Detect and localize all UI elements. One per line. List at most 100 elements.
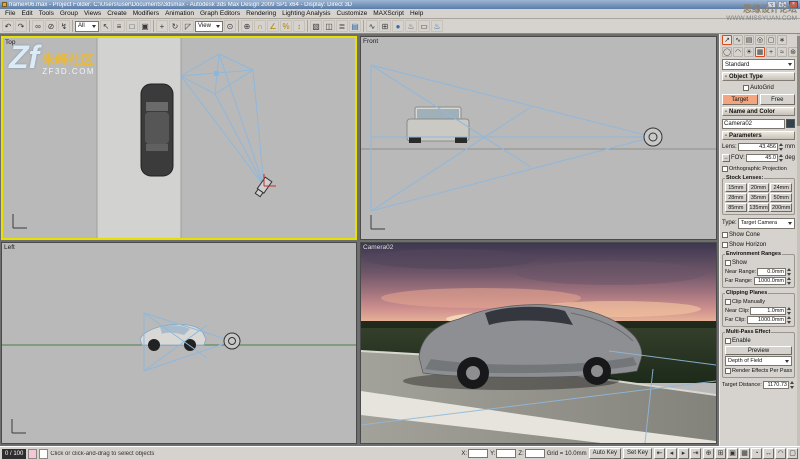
maxscript-mini-listener-macro[interactable] xyxy=(28,448,38,459)
align-icon[interactable]: ≣ xyxy=(336,20,348,32)
play-animation-icon[interactable]: ▸ xyxy=(678,448,689,459)
select-and-link-icon[interactable]: ∞ xyxy=(32,20,44,32)
display-tab-icon[interactable]: ▢ xyxy=(766,35,776,45)
lens-135mm-button[interactable]: 135mm xyxy=(747,203,770,212)
viewport-top[interactable]: Top Zf 朱峰社区 ZF3D.COM xyxy=(1,36,357,240)
near-range-spinner[interactable] xyxy=(787,268,792,276)
menu-group[interactable]: Group xyxy=(57,10,81,17)
orthographic-checkbox[interactable] xyxy=(722,165,728,172)
lens-28mm-button[interactable]: 28mm xyxy=(725,193,747,202)
rectangular-selection-icon[interactable]: □ xyxy=(126,20,138,32)
material-editor-icon[interactable]: ● xyxy=(392,20,404,32)
far-clip-field[interactable]: 1000.0mm xyxy=(746,316,786,324)
percent-snap-icon[interactable]: % xyxy=(280,20,292,32)
camera-type-dropdown[interactable]: Target Camera xyxy=(737,217,795,229)
set-key-button[interactable]: Set Key xyxy=(622,448,652,459)
menu-customize[interactable]: Customize xyxy=(334,10,371,17)
autogrid-checkbox[interactable] xyxy=(743,84,750,91)
select-and-rotate-icon[interactable]: ↻ xyxy=(169,20,181,32)
maximize-viewport-toggle-icon[interactable]: ▢ xyxy=(787,448,798,459)
render-per-pass-checkbox[interactable] xyxy=(725,368,731,374)
curve-editor-icon[interactable]: ∿ xyxy=(366,20,378,32)
menu-file[interactable]: File xyxy=(2,10,18,17)
quick-render-icon[interactable]: ♨ xyxy=(431,20,443,32)
window-crossing-icon[interactable]: ▣ xyxy=(139,20,151,32)
object-color-swatch[interactable] xyxy=(786,119,795,128)
env-show-checkbox[interactable] xyxy=(725,260,731,266)
lens-35mm-button[interactable]: 35mm xyxy=(747,193,770,202)
modify-tab-icon[interactable]: ∿ xyxy=(733,35,743,45)
mirror-icon[interactable]: ◫ xyxy=(323,20,335,32)
spinner-snap-icon[interactable]: ↕ xyxy=(293,20,305,32)
far-range-spinner[interactable] xyxy=(787,277,792,285)
menu-views[interactable]: Views xyxy=(81,10,104,17)
object-class-dropdown[interactable]: Standard xyxy=(722,59,795,70)
create-tab-icon[interactable]: ↗ xyxy=(722,35,732,45)
lens-field[interactable]: 43.456 xyxy=(737,142,778,151)
menu-rendering[interactable]: Rendering xyxy=(243,10,279,17)
bind-to-space-warp-icon[interactable]: ↯ xyxy=(58,20,70,32)
undo-icon[interactable]: ↶ xyxy=(2,20,14,32)
preview-button[interactable]: Preview xyxy=(725,346,792,355)
menu-help[interactable]: Help xyxy=(407,10,426,17)
angle-snap-icon[interactable]: ∠ xyxy=(267,20,279,32)
select-by-name-icon[interactable]: ≡ xyxy=(113,20,125,32)
pan-icon[interactable]: ↔ xyxy=(763,448,774,459)
viewport-left-label[interactable]: Left xyxy=(4,244,15,251)
render-setup-icon[interactable]: ♨ xyxy=(405,20,417,32)
far-clip-spinner[interactable] xyxy=(787,316,792,324)
zoom-extents-icon[interactable]: ▣ xyxy=(727,448,738,459)
target-button[interactable]: Target xyxy=(722,94,758,105)
utilities-tab-icon[interactable]: ∗ xyxy=(777,35,787,45)
space-warps-category-icon[interactable]: ≈ xyxy=(777,47,787,57)
camera-object-left[interactable] xyxy=(223,332,241,350)
viewport-front[interactable]: Front xyxy=(360,36,717,240)
menu-create[interactable]: Create xyxy=(104,10,130,17)
menu-animation[interactable]: Animation xyxy=(162,10,197,17)
y-coordinate-field[interactable] xyxy=(496,449,517,458)
edit-named-selection-sets-icon[interactable]: ▧ xyxy=(310,20,322,32)
target-distance-field[interactable]: 1170.73 xyxy=(762,381,789,389)
menu-maxscript[interactable]: MAXScript xyxy=(370,10,407,17)
snaps-toggle-icon[interactable]: ∩ xyxy=(254,20,266,32)
select-and-manipulate-icon[interactable]: ⊕ xyxy=(241,20,253,32)
helpers-category-icon[interactable]: + xyxy=(766,47,776,57)
lens-50mm-button[interactable]: 50mm xyxy=(770,193,792,202)
lens-20mm-button[interactable]: 20mm xyxy=(747,183,770,192)
zoom-icon[interactable]: ⊕ xyxy=(703,448,714,459)
clip-manually-checkbox[interactable] xyxy=(725,299,731,305)
lens-24mm-button[interactable]: 24mm xyxy=(770,183,792,192)
camera-target[interactable] xyxy=(214,71,219,76)
object-name-field[interactable]: Camera02 xyxy=(722,118,785,129)
use-pivot-point-icon[interactable]: ⊙ xyxy=(224,20,236,32)
unlink-selection-icon[interactable]: ⊘ xyxy=(45,20,57,32)
menu-tools[interactable]: Tools xyxy=(36,10,57,17)
auto-key-button[interactable]: Auto Key xyxy=(588,448,621,459)
fov-field[interactable]: 45.0 xyxy=(745,153,778,162)
car-front-view[interactable] xyxy=(406,106,470,143)
previous-frame-icon[interactable]: ◂ xyxy=(666,448,677,459)
car-top-view[interactable] xyxy=(140,83,174,177)
lights-category-icon[interactable]: ☀ xyxy=(744,47,754,57)
x-coordinate-field[interactable] xyxy=(468,449,489,458)
cameras-category-icon[interactable]: ▦ xyxy=(755,47,765,57)
zoom-all-icon[interactable]: ⊞ xyxy=(715,448,726,459)
go-to-start-icon[interactable]: ⇤ xyxy=(654,448,665,459)
rollout-parameters[interactable]: - Parameters xyxy=(722,131,795,140)
enable-checkbox[interactable] xyxy=(725,338,731,344)
select-and-move-icon[interactable]: + xyxy=(156,20,168,32)
near-clip-spinner[interactable] xyxy=(787,307,792,315)
menu-modifiers[interactable]: Modifiers xyxy=(130,10,162,17)
maxscript-mini-listener[interactable] xyxy=(39,448,49,459)
near-range-field[interactable]: 0.0mm xyxy=(757,268,786,276)
lens-200mm-button[interactable]: 200mm xyxy=(770,203,792,212)
selection-filter-dropdown[interactable]: All xyxy=(75,20,99,32)
target-distance-spinner[interactable] xyxy=(790,381,795,389)
menu-lighting-analysis[interactable]: Lighting Analysis xyxy=(279,10,333,17)
shapes-category-icon[interactable]: ◠ xyxy=(733,47,743,57)
arc-rotate-icon[interactable]: ◠ xyxy=(775,448,786,459)
layer-manager-icon[interactable]: ▤ xyxy=(349,20,361,32)
lens-spinner[interactable] xyxy=(779,142,784,151)
select-and-scale-icon[interactable]: ◸ xyxy=(182,20,194,32)
near-clip-field[interactable]: 1.0mm xyxy=(750,307,786,315)
